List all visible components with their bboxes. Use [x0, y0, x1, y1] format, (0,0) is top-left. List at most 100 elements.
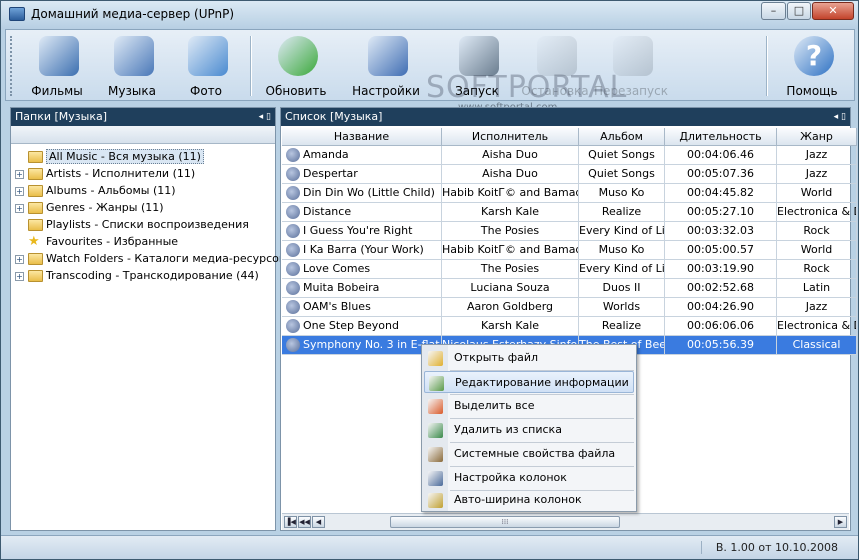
scroll-right-button[interactable]: ▶: [834, 516, 847, 528]
table-cell: Din Din Wo (Little Child): [282, 184, 442, 203]
cell-text: Aaron Goldberg: [466, 300, 554, 313]
table-cell: OAM's Blues: [282, 298, 442, 317]
horizontal-scrollbar[interactable]: ▐◀ ◀◀ ◀ ⁞⁞⁞ ▶: [282, 513, 849, 530]
table-row[interactable]: I Ka Barra (Your Work) Habib KoitГ© and B…: [281, 241, 857, 260]
column-header[interactable]: Название: [282, 128, 442, 146]
context-menu-item[interactable]: Удалить из списка: [424, 419, 634, 441]
toolbar-grip[interactable]: [10, 36, 13, 96]
context-menu-item[interactable]: Редактирование информации: [424, 371, 634, 393]
table-cell: Rock: [777, 260, 857, 279]
menu-item-label: Редактирование информации: [455, 376, 629, 389]
tree-item[interactable]: All Music - Вся музыка (11): [15, 148, 204, 165]
music-note-icon: [286, 186, 300, 200]
panel-pin-icon[interactable]: ◂ ▯: [259, 108, 271, 126]
folders-panel-title: Папки [Музыка]: [15, 110, 107, 123]
table-row[interactable]: Muita Bobeira Luciana Souza Duos II 00:02:5…: [281, 279, 857, 298]
music-note-icon: [286, 148, 300, 162]
table-cell: Habib KoitГ© and Bamada: [442, 184, 579, 203]
close-button[interactable]: ✕: [812, 2, 854, 20]
tree-header: [11, 126, 275, 144]
column-header[interactable]: Длительность: [665, 128, 777, 146]
context-menu-item[interactable]: Авто-ширина колонок: [424, 489, 634, 511]
photo-label: Фото: [189, 84, 222, 98]
expand-icon[interactable]: +: [15, 186, 24, 196]
folder-icon: [28, 185, 43, 197]
cell-text: Aisha Duo: [482, 148, 538, 161]
column-header[interactable]: Жанр: [777, 128, 857, 146]
table-cell: 00:05:07.36: [665, 165, 777, 184]
column-header[interactable]: Альбом: [579, 128, 665, 146]
movies-button[interactable]: Фильмы: [20, 34, 94, 100]
table-cell: 00:02:52.68: [665, 279, 777, 298]
table-cell: 00:05:27.10: [665, 203, 777, 222]
cell-text: Quiet Songs: [588, 148, 655, 161]
scroll-left-button[interactable]: ◀: [312, 516, 325, 528]
tree-item[interactable]: + Genres - Жанры (11): [15, 199, 164, 216]
table-cell: Distance: [282, 203, 442, 222]
context-menu-item[interactable]: Настройка колонок: [424, 467, 634, 489]
context-menu-item[interactable]: Выделить все: [424, 395, 634, 417]
prev-page-button[interactable]: ◀◀: [298, 516, 311, 528]
table-cell: Muso Ko: [579, 184, 665, 203]
expand-icon[interactable]: +: [15, 169, 24, 179]
menu-item-label: Настройка колонок: [454, 471, 567, 484]
minimize-button[interactable]: –: [761, 2, 786, 20]
table-cell: The Posies: [442, 260, 579, 279]
music-note-icon: [286, 243, 300, 257]
tree-item[interactable]: + Transcoding - Транскодирование (44): [15, 267, 259, 284]
maximize-button[interactable]: □: [787, 2, 811, 20]
table-row[interactable]: Despertar Aisha Duo Quiet Songs 00:05:07.36…: [281, 165, 857, 184]
tree-item[interactable]: + Watch Folders - Каталоги медиа-ресурсов…: [15, 250, 300, 267]
table-cell: Electronica & D: [777, 203, 857, 222]
menu-item-icon: [428, 493, 443, 508]
expand-icon[interactable]: +: [15, 203, 24, 213]
table-row[interactable]: Distance Karsh Kale Realize 00:05:27.10 Elec…: [281, 203, 857, 222]
table-cell: 00:05:56.39: [665, 336, 777, 355]
menu-item-label: Выделить все: [454, 399, 535, 412]
first-page-button[interactable]: ▐◀: [284, 516, 297, 528]
cell-text: Karsh Kale: [480, 205, 540, 218]
tree-item[interactable]: Playlists - Списки воспроизведения: [15, 216, 249, 233]
main-toolbar: Фильмы Музыка Фото Обновить Настройки За…: [5, 29, 855, 113]
expand-icon[interactable]: +: [15, 254, 24, 264]
menu-item-icon: [428, 447, 443, 462]
table-row[interactable]: Din Din Wo (Little Child) Habib KoitГ© an…: [281, 184, 857, 203]
table-cell: Amanda: [282, 146, 442, 165]
title-bar[interactable]: Домашний медиа-сервер (UPnP) – □ ✕: [1, 1, 858, 29]
help-button[interactable]: ? Помощь: [775, 34, 849, 100]
music-note-icon: [286, 319, 300, 333]
music-note-icon: [286, 167, 300, 181]
table-cell: Electronica & D: [777, 317, 857, 336]
music-label: Музыка: [108, 84, 156, 98]
expand-icon[interactable]: +: [15, 271, 24, 281]
table-cell: 00:06:06.06: [665, 317, 777, 336]
column-header[interactable]: Исполнитель: [442, 128, 579, 146]
table-cell: One Step Beyond: [282, 317, 442, 336]
folder-icon: [28, 202, 43, 214]
film-icon: [39, 36, 79, 76]
cell-text: I Guess You're Right: [303, 224, 413, 237]
settings-button[interactable]: Настройки: [349, 34, 423, 100]
context-menu-item[interactable]: Открыть файл: [424, 347, 634, 369]
table-row[interactable]: I Guess You're Right The Posies Every Kind…: [281, 222, 857, 241]
cell-text: Rock: [803, 262, 830, 275]
cell-text: Muso Ko: [598, 186, 645, 199]
tree-item[interactable]: + Artists - Исполнители (11): [15, 165, 195, 182]
tree-item[interactable]: ★ Favourites - Избранные: [15, 233, 178, 250]
scrollbar-thumb[interactable]: ⁞⁞⁞: [390, 516, 620, 528]
table-row[interactable]: OAM's Blues Aaron Goldberg Worlds 00:04:26.…: [281, 298, 857, 317]
refresh-label: Обновить: [265, 84, 327, 98]
tree-item[interactable]: + Albums - Альбомы (11): [15, 182, 176, 199]
table-row[interactable]: One Step Beyond Karsh Kale Realize 00:06:06…: [281, 317, 857, 336]
table-row[interactable]: Love Comes The Posies Every Kind of Ligh 00…: [281, 260, 857, 279]
refresh-button[interactable]: Обновить: [259, 34, 333, 100]
toolbar-separator: [766, 36, 768, 96]
music-button[interactable]: Музыка: [95, 34, 169, 100]
status-bar: В. 1.00 от 10.10.2008: [1, 535, 858, 559]
table-row[interactable]: Amanda Aisha Duo Quiet Songs 00:04:06.46 Jaz…: [281, 146, 857, 165]
cell-text: Electronica & D: [777, 205, 857, 218]
panel-pin-icon[interactable]: ◂ ▯: [834, 108, 846, 126]
context-menu-item[interactable]: Системные свойства файла: [424, 443, 634, 465]
table-cell: Karsh Kale: [442, 317, 579, 336]
photo-button[interactable]: Фото: [169, 34, 243, 100]
